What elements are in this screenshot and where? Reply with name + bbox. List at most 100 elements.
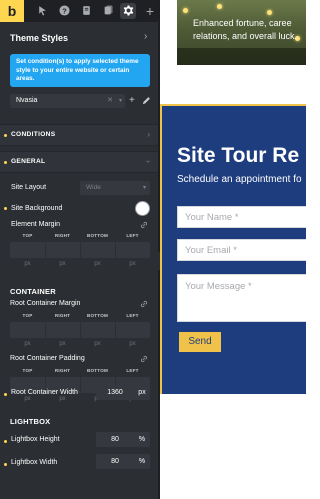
theme-style-select[interactable]: Nvasia ✕ ▾ (10, 94, 125, 108)
condition-info-box[interactable]: Set condition(s) to apply selected theme… (10, 54, 150, 87)
lightbox-width-input[interactable]: 80 % (96, 454, 150, 469)
container-heading: CONTAINER (10, 287, 56, 296)
email-field[interactable]: Your Email * (177, 239, 306, 261)
margin-bottom-label: BOTTOM (86, 313, 109, 318)
message-field[interactable]: Your Message * (177, 274, 306, 322)
site-layout-value: Wide (86, 184, 101, 191)
changed-indicator-dot (4, 207, 7, 210)
element-margin-label: Element Margin (11, 221, 61, 228)
unit-label: px (24, 341, 31, 347)
link-icon[interactable] (140, 355, 148, 363)
string-light (183, 8, 188, 13)
root-container-margin-label: Root Container Margin (10, 300, 81, 307)
unit-select[interactable]: % (134, 432, 150, 447)
site-tour-section: Site Tour Re Schedule an appointment fo … (160, 104, 306, 394)
margin-inputs[interactable] (10, 322, 150, 338)
email-placeholder: Your Email * (185, 245, 237, 256)
changed-indicator-dot (4, 161, 7, 164)
chevron-right-icon: › (147, 130, 150, 139)
margin-inputs[interactable] (10, 242, 150, 258)
add-icon[interactable]: + (142, 3, 158, 19)
root-container-width-label: Root Container Width (11, 389, 78, 396)
root-container-margin-grid: TOP RIGHT BOTTOM LEFT px px px px (10, 313, 150, 351)
margin-top-label: TOP (22, 313, 33, 318)
pointer-icon[interactable] (34, 3, 50, 19)
tour-subtitle: Schedule an appointment fo (177, 174, 302, 185)
site-layout-label: Site Layout (11, 184, 47, 191)
changed-indicator-dot (4, 134, 7, 137)
unit-label: px (129, 261, 136, 267)
margin-top-label: TOP (22, 233, 33, 238)
section-general[interactable]: GENERAL › (0, 151, 158, 173)
unit-label: px (94, 341, 101, 347)
settings-icon[interactable] (120, 3, 136, 19)
hero-text-line-2: relations, and overall luck. (193, 31, 298, 41)
unit-label: px (24, 396, 31, 402)
margin-left-label: LEFT (126, 233, 139, 238)
theme-style-value: Nvasia (16, 97, 38, 104)
string-light (217, 4, 222, 9)
link-icon[interactable] (140, 221, 148, 229)
unit-select[interactable]: px (134, 385, 150, 400)
tour-title: Site Tour Re (177, 144, 300, 167)
site-background-label: Site Background (11, 205, 63, 212)
hero-text-line-1: Enhanced fortune, caree (193, 18, 292, 28)
padding-bottom-label: BOTTOM (86, 368, 109, 373)
section-general-label: GENERAL (11, 158, 46, 165)
unit-label: px (59, 341, 66, 347)
chevron-down-icon: › (144, 160, 154, 163)
element-margin-grid: TOP RIGHT BOTTOM LEFT px px px px (10, 233, 150, 271)
chevron-down-icon: ▾ (142, 185, 146, 191)
lightbox-height-label: Lightbox Height (11, 436, 60, 443)
site-layout-select[interactable]: Wide ▾ (80, 181, 150, 195)
lightbox-heading: LIGHTBOX (10, 417, 51, 426)
unit-select[interactable]: % (134, 454, 150, 469)
panel-title: Theme Styles (10, 33, 69, 43)
builder-logo[interactable]: b (0, 0, 24, 22)
padding-left-label: LEFT (126, 368, 139, 373)
name-field[interactable]: Your Name * (177, 206, 306, 228)
lightbox-width-value: 80 (111, 458, 119, 465)
margin-left-label: LEFT (126, 313, 139, 318)
margin-bottom-label: BOTTOM (86, 233, 109, 238)
clear-icon[interactable]: ✕ (107, 94, 113, 108)
name-placeholder: Your Name * (185, 212, 239, 223)
unit-label: px (94, 261, 101, 267)
help-icon[interactable]: ? (56, 3, 72, 19)
builder-toolbar: b ? + (0, 0, 158, 22)
svg-text:?: ? (62, 6, 67, 15)
root-container-width-value: 1360 (107, 389, 123, 396)
root-container-padding-label: Root Container Padding (10, 355, 85, 362)
close-panel-icon[interactable]: › (144, 31, 147, 42)
theme-styles-panel: b ? + Theme Styles › Set condition(s) to… (0, 0, 158, 499)
unit-label: px (129, 341, 136, 347)
add-style-button[interactable]: + (129, 94, 135, 108)
page-preview: Enhanced fortune, caree relations, and o… (160, 0, 306, 499)
section-conditions-label: CONDITIONS (11, 131, 56, 138)
lightbox-height-input[interactable]: 80 % (96, 432, 150, 447)
hero-image-shade (177, 48, 306, 65)
unit-label: px (24, 261, 31, 267)
section-conditions[interactable]: CONDITIONS › (0, 124, 158, 146)
changed-indicator-dot (4, 393, 7, 396)
root-container-width-input[interactable]: 1360 px (96, 385, 150, 400)
link-icon[interactable] (140, 300, 148, 308)
lightbox-width-label: Lightbox Width (11, 459, 58, 466)
changed-indicator-dot (4, 440, 7, 443)
padding-top-label: TOP (22, 368, 33, 373)
message-placeholder: Your Message * (185, 281, 252, 292)
send-button[interactable]: Send (179, 332, 221, 352)
chevron-down-icon[interactable]: ▾ (119, 94, 122, 108)
site-background-color-picker[interactable] (135, 201, 150, 216)
edit-pencil-icon[interactable] (142, 96, 151, 105)
lightbox-height-value: 80 (111, 436, 119, 443)
unit-label: px (59, 261, 66, 267)
pages-stack-icon[interactable] (100, 3, 116, 19)
changed-indicator-dot (4, 463, 7, 466)
pages-icon[interactable] (78, 3, 94, 19)
unit-label: px (59, 396, 66, 402)
margin-right-label: RIGHT (54, 233, 71, 238)
hero-image: Enhanced fortune, caree relations, and o… (177, 0, 306, 65)
string-light (267, 10, 272, 15)
padding-right-label: RIGHT (54, 368, 71, 373)
